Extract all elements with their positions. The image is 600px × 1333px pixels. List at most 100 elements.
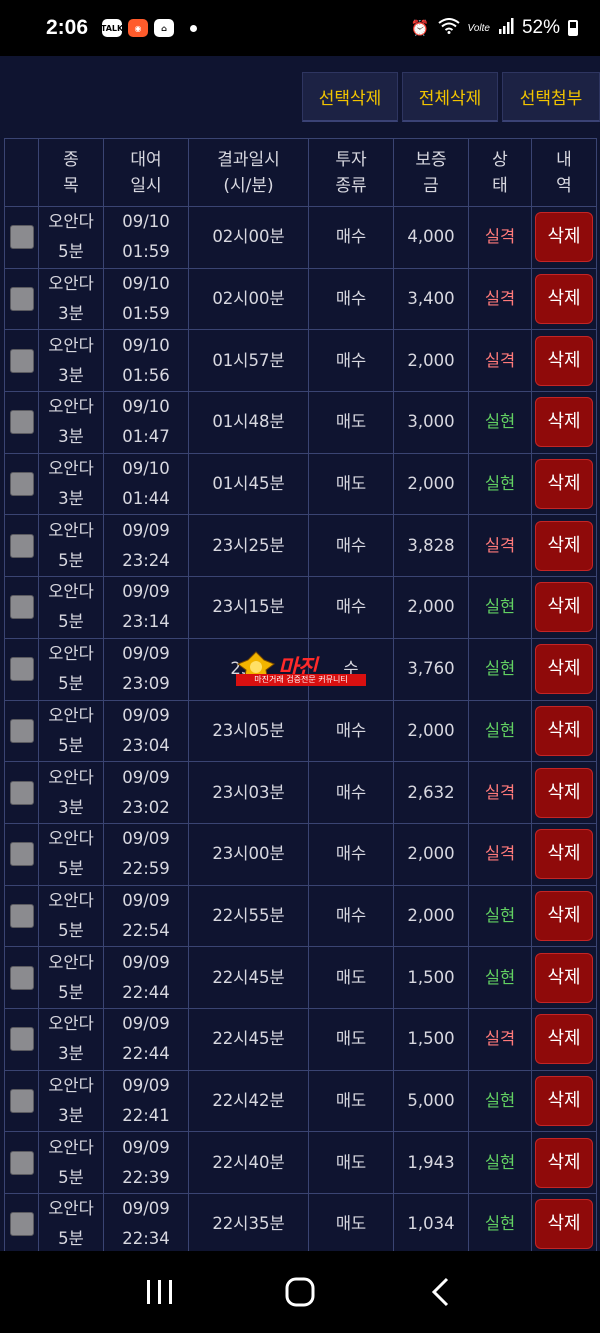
table-row: 오안다 3분 09/10 01:47 01시48분 매도 3,000 실현 삭제	[4, 391, 597, 454]
cell-item: 오안다 3분	[38, 267, 104, 331]
cell-deposit: 5,000	[393, 1069, 469, 1133]
delete-row-button[interactable]: 삭제	[535, 705, 593, 756]
cell-item: 오안다 5분	[38, 206, 104, 269]
cell-status: 실현	[468, 884, 532, 948]
header-status: 상 태	[468, 138, 532, 207]
delete-row-button[interactable]: 삭제	[535, 212, 593, 263]
row-checkbox[interactable]	[9, 595, 34, 620]
row-checkbox-cell	[4, 1131, 39, 1194]
status-bar: 2:06 TALK ◉ ⌂ ⏰ Volte 52%	[0, 0, 600, 56]
cell-detail: 삭제	[531, 329, 597, 393]
cell-deposit: 2,000	[393, 822, 469, 886]
delete-row-button[interactable]: 삭제	[535, 644, 593, 695]
cell-invest-type: 매도	[308, 1131, 394, 1194]
row-checkbox[interactable]	[9, 225, 34, 250]
row-checkbox[interactable]	[9, 718, 34, 743]
cell-deposit: 1,500	[393, 946, 469, 1009]
table-row: 오안다 3분 09/10 01:56 01시57분 매수 2,000 실격 삭제	[4, 329, 597, 393]
row-checkbox[interactable]	[9, 287, 34, 312]
delete-row-button[interactable]: 삭제	[535, 274, 593, 325]
cell-result-time: 23시00분	[188, 822, 309, 886]
delete-all-button[interactable]: 전체삭제	[402, 72, 498, 122]
header-result-time: 결과일시 (시/분)	[188, 138, 309, 207]
home-button[interactable]	[280, 1272, 320, 1312]
cell-item: 오안다 5분	[38, 699, 104, 763]
cell-status: 실현	[468, 1193, 532, 1251]
delete-row-button[interactable]: 삭제	[535, 890, 593, 941]
delete-row-button[interactable]: 삭제	[535, 1075, 593, 1126]
delete-row-button[interactable]: 삭제	[535, 952, 593, 1003]
delete-row-button[interactable]: 삭제	[535, 1014, 593, 1065]
delete-row-button[interactable]: 삭제	[535, 767, 593, 818]
row-checkbox[interactable]	[9, 1212, 34, 1237]
delete-row-button[interactable]: 삭제	[535, 397, 593, 448]
cell-result-time: 02시00분	[188, 267, 309, 331]
row-checkbox[interactable]	[9, 965, 34, 990]
row-checkbox-cell	[4, 699, 39, 763]
row-checkbox-cell	[4, 1069, 39, 1133]
row-checkbox[interactable]	[9, 903, 34, 928]
row-checkbox[interactable]	[9, 1088, 34, 1113]
back-icon	[431, 1277, 449, 1307]
battery-percent: 52%	[521, 17, 560, 38]
shop-notification-icon: ⌂	[154, 19, 175, 37]
row-checkbox[interactable]	[9, 657, 34, 682]
attach-selected-button[interactable]: 선택첨부	[502, 72, 600, 122]
cell-rent-time: 09/09 22:54	[103, 884, 189, 948]
row-checkbox[interactable]	[9, 410, 34, 435]
row-checkbox-cell	[4, 329, 39, 393]
delete-row-button[interactable]: 삭제	[535, 520, 593, 571]
row-checkbox-cell	[4, 1007, 39, 1071]
delete-row-button[interactable]: 삭제	[535, 1137, 593, 1188]
cell-deposit: 1,500	[393, 1007, 469, 1071]
cell-detail: 삭제	[531, 1193, 597, 1251]
cell-status: 실현	[468, 946, 532, 1009]
cell-result-time: 01시57분	[188, 329, 309, 393]
delete-row-button[interactable]: 삭제	[535, 335, 593, 386]
table-row: 오안다 5분 09/09 22:44 22시45분 매도 1,500 실현 삭제	[4, 946, 597, 1009]
cell-item: 오안다 5분	[38, 1193, 104, 1251]
cell-rent-time: 09/09 23:14	[103, 576, 189, 639]
cell-result-time: 23시25분	[188, 514, 309, 578]
home-icon	[285, 1277, 315, 1307]
cell-status: 실격	[468, 761, 532, 824]
row-checkbox[interactable]	[9, 348, 34, 373]
row-checkbox[interactable]	[9, 842, 34, 867]
cell-status: 실격	[468, 329, 532, 393]
cell-rent-time: 09/10 01:56	[103, 329, 189, 393]
cell-detail: 삭제	[531, 391, 597, 454]
cell-deposit: 4,000	[393, 206, 469, 269]
cell-invest-type: 매수	[308, 514, 394, 578]
status-time: 2:06	[46, 16, 89, 39]
kakaotalk-icon: TALK	[101, 19, 123, 37]
cell-item: 오안다 5분	[38, 884, 104, 948]
cell-result-time: 22시55분	[188, 884, 309, 948]
cell-invest-type: 매도	[308, 1193, 394, 1251]
cell-status: 실현	[468, 1131, 532, 1194]
table-row: 오안다 5분 09/09 22:59 23시00분 매수 2,000 실격 삭제	[4, 822, 597, 886]
row-checkbox-cell	[4, 391, 39, 454]
cell-deposit: 1,034	[393, 1193, 469, 1251]
cell-invest-type: 매도	[308, 1007, 394, 1071]
cell-detail: 삭제	[531, 946, 597, 1009]
row-checkbox-cell	[4, 576, 39, 639]
recent-apps-button[interactable]	[140, 1272, 180, 1312]
cell-item: 오안다 5분	[38, 946, 104, 1009]
row-checkbox[interactable]	[9, 533, 34, 558]
cell-deposit: 2,000	[393, 329, 469, 393]
row-checkbox[interactable]	[9, 780, 34, 805]
delete-selected-button[interactable]: 선택삭제	[302, 72, 398, 122]
row-checkbox[interactable]	[9, 1150, 34, 1175]
row-checkbox[interactable]	[9, 472, 34, 497]
table-row: 오안다 5분 09/09 23:24 23시25분 매수 3,828 실격 삭제	[4, 514, 597, 578]
cell-result-time: 01시48분	[188, 391, 309, 454]
delete-row-button[interactable]: 삭제	[535, 582, 593, 633]
row-checkbox[interactable]	[9, 1027, 34, 1052]
back-button[interactable]	[420, 1272, 460, 1312]
delete-row-button[interactable]: 삭제	[535, 459, 593, 510]
system-nav-bar	[0, 1251, 600, 1333]
cell-detail: 삭제	[531, 699, 597, 763]
delete-row-button[interactable]: 삭제	[535, 829, 593, 880]
cell-item: 오안다 3분	[38, 329, 104, 393]
delete-row-button[interactable]: 삭제	[535, 1199, 593, 1250]
